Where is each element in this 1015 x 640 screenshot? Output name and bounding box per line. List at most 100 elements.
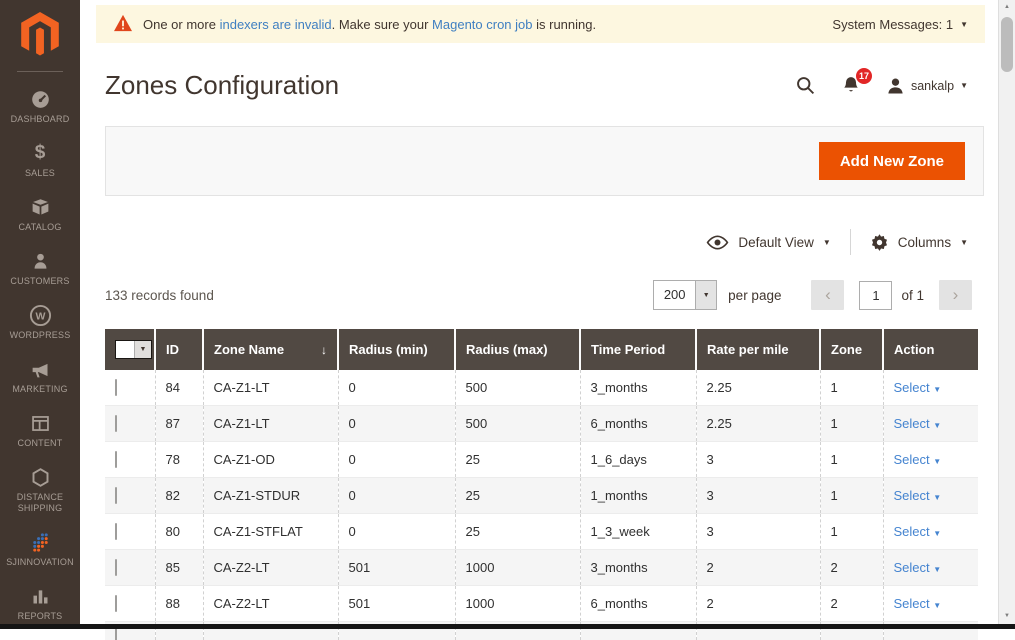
cell-zone: 1 — [820, 442, 883, 478]
indexers-invalid-link[interactable]: indexers are invalid — [220, 17, 332, 32]
system-messages-dropdown[interactable]: System Messages: 1 ▼ — [832, 17, 968, 32]
cell-time-period: 3_months — [580, 370, 696, 406]
column-header-rate[interactable]: Rate per mile — [696, 329, 820, 370]
chevron-down-icon: ▼ — [695, 281, 716, 309]
magento-logo-icon — [19, 11, 61, 58]
column-header-zone-name[interactable]: Zone Name↓ — [203, 329, 338, 370]
chevron-down-icon: ▼ — [933, 421, 941, 430]
row-checkbox[interactable] — [115, 415, 117, 432]
sidebar-item-label: REPORTS — [18, 611, 63, 622]
current-page-input[interactable] — [859, 281, 892, 310]
system-message-text: One or more indexers are invalid. Make s… — [143, 17, 596, 32]
select-label: Select — [894, 524, 930, 539]
sidebar-item-distance-shipping[interactable]: DISTANCE SHIPPING — [0, 457, 80, 522]
previous-page-button[interactable]: ‹ — [811, 280, 844, 310]
dashboard-icon — [30, 88, 51, 110]
select-label: Select — [894, 416, 930, 431]
sidebar-item-sjinnovation[interactable]: SJINNOVATION — [0, 522, 80, 576]
magento-logo[interactable] — [0, 0, 80, 58]
table-row: 80 CA-Z1-STFLAT 0 25 1_3_week 3 1 Select… — [105, 514, 978, 550]
notifications-button[interactable]: 17 — [841, 75, 861, 96]
table-row: 78 CA-Z1-OD 0 25 1_6_days 3 1 Select ▼ — [105, 442, 978, 478]
scrollbar-thumb[interactable] — [1001, 17, 1013, 72]
magento-cron-job-link[interactable]: Magento cron job — [432, 17, 532, 32]
row-checkbox[interactable] — [115, 595, 117, 612]
cell-id: 88 — [155, 586, 203, 622]
vertical-scrollbar[interactable]: ▲ ▼ — [998, 0, 1015, 624]
next-page-button[interactable]: › — [939, 280, 972, 310]
sidebar-item-catalog[interactable]: CATALOG — [0, 187, 80, 241]
cell-id: 85 — [155, 550, 203, 586]
sidebar-item-label: DISTANCE SHIPPING — [5, 492, 75, 514]
sidebar-item-content[interactable]: CONTENT — [0, 403, 80, 457]
per-page-select[interactable]: 200 ▼ — [653, 280, 717, 310]
select-label: Select — [894, 596, 930, 611]
cell-id: 87 — [155, 406, 203, 442]
row-action-select[interactable]: Select ▼ — [894, 596, 942, 611]
cell-zone: 1 — [820, 514, 883, 550]
page-header: Zones Configuration 17 sankalp ▼ — [80, 43, 998, 101]
sidebar-item-sales[interactable]: $ SALES — [0, 133, 80, 187]
cell-rate: 3 — [696, 478, 820, 514]
table-row: 84 CA-Z1-LT 0 500 3_months 2.25 1 Select… — [105, 370, 978, 406]
marketing-icon — [30, 358, 51, 380]
cell-rate: 3 — [696, 442, 820, 478]
cell-time-period: 1_6_days — [580, 442, 696, 478]
page-title: Zones Configuration — [105, 70, 339, 101]
cell-radius-max: 500 — [455, 406, 580, 442]
cell-radius-max: 25 — [455, 514, 580, 550]
row-checkbox[interactable] — [115, 523, 117, 540]
column-header-time-period[interactable]: Time Period — [580, 329, 696, 370]
column-header-radius-max[interactable]: Radius (max) — [455, 329, 580, 370]
cell-id: 80 — [155, 514, 203, 550]
cell-radius-max: 500 — [455, 370, 580, 406]
columns-dropdown[interactable]: Columns ▼ — [870, 233, 968, 252]
select-all-checkbox[interactable] — [116, 341, 134, 358]
chevron-down-icon: ▼ — [933, 565, 941, 574]
column-header-action[interactable]: Action — [883, 329, 978, 370]
row-checkbox[interactable] — [115, 379, 117, 396]
select-all-header: ▼ — [105, 329, 155, 370]
row-checkbox[interactable] — [115, 451, 117, 468]
row-action-select[interactable]: Select ▼ — [894, 560, 942, 575]
user-menu[interactable]: sankalp ▼ — [886, 76, 968, 96]
scroll-down-icon[interactable]: ▼ — [999, 613, 1015, 619]
sidebar-item-reports[interactable]: REPORTS — [0, 576, 80, 630]
svg-text:W: W — [35, 310, 45, 322]
row-checkbox[interactable] — [115, 559, 117, 576]
row-action-select[interactable]: Select ▼ — [894, 488, 942, 503]
scroll-up-icon[interactable]: ▲ — [999, 4, 1015, 10]
sidebar-item-wordpress[interactable]: W WORDPRESS — [0, 295, 80, 349]
sidebar-item-marketing[interactable]: MARKETING — [0, 349, 80, 403]
sidebar-item-customers[interactable]: CUSTOMERS — [0, 241, 80, 295]
sidebar-item-dashboard[interactable]: DASHBOARD — [0, 79, 80, 133]
cell-radius-max: 25 — [455, 478, 580, 514]
search-button[interactable] — [795, 75, 816, 96]
default-view-dropdown[interactable]: Default View ▼ — [706, 235, 830, 250]
column-header-radius-min[interactable]: Radius (min) — [338, 329, 455, 370]
cell-radius-min: 0 — [338, 478, 455, 514]
column-header-id[interactable]: ID — [155, 329, 203, 370]
row-checkbox[interactable] — [115, 487, 117, 504]
add-new-zone-button[interactable]: Add New Zone — [819, 142, 965, 180]
row-action-select[interactable]: Select ▼ — [894, 380, 942, 395]
sidebar-item-label: CONTENT — [18, 438, 63, 449]
system-message: One or more indexers are invalid. Make s… — [113, 14, 832, 35]
row-action-select[interactable]: Select ▼ — [894, 416, 942, 431]
distance-shipping-icon — [30, 466, 51, 488]
select-label: Select — [894, 380, 930, 395]
grid-view-controls: Default View ▼ Columns ▼ — [80, 196, 998, 255]
row-action-select[interactable]: Select ▼ — [894, 452, 942, 467]
cell-time-period: 6_months — [580, 586, 696, 622]
chevron-down-icon: ▼ — [933, 601, 941, 610]
cell-time-period: 3_months — [580, 550, 696, 586]
row-action-select[interactable]: Select ▼ — [894, 524, 942, 539]
select-all-dropdown[interactable]: ▼ — [115, 340, 152, 359]
sidebar-item-label: CUSTOMERS — [10, 276, 69, 287]
customers-icon — [31, 250, 50, 272]
user-icon — [886, 76, 905, 96]
sales-icon: $ — [35, 142, 46, 164]
cell-radius-max: 1000 — [455, 586, 580, 622]
column-header-zone[interactable]: Zone — [820, 329, 883, 370]
cell-rate: 2.25 — [696, 406, 820, 442]
